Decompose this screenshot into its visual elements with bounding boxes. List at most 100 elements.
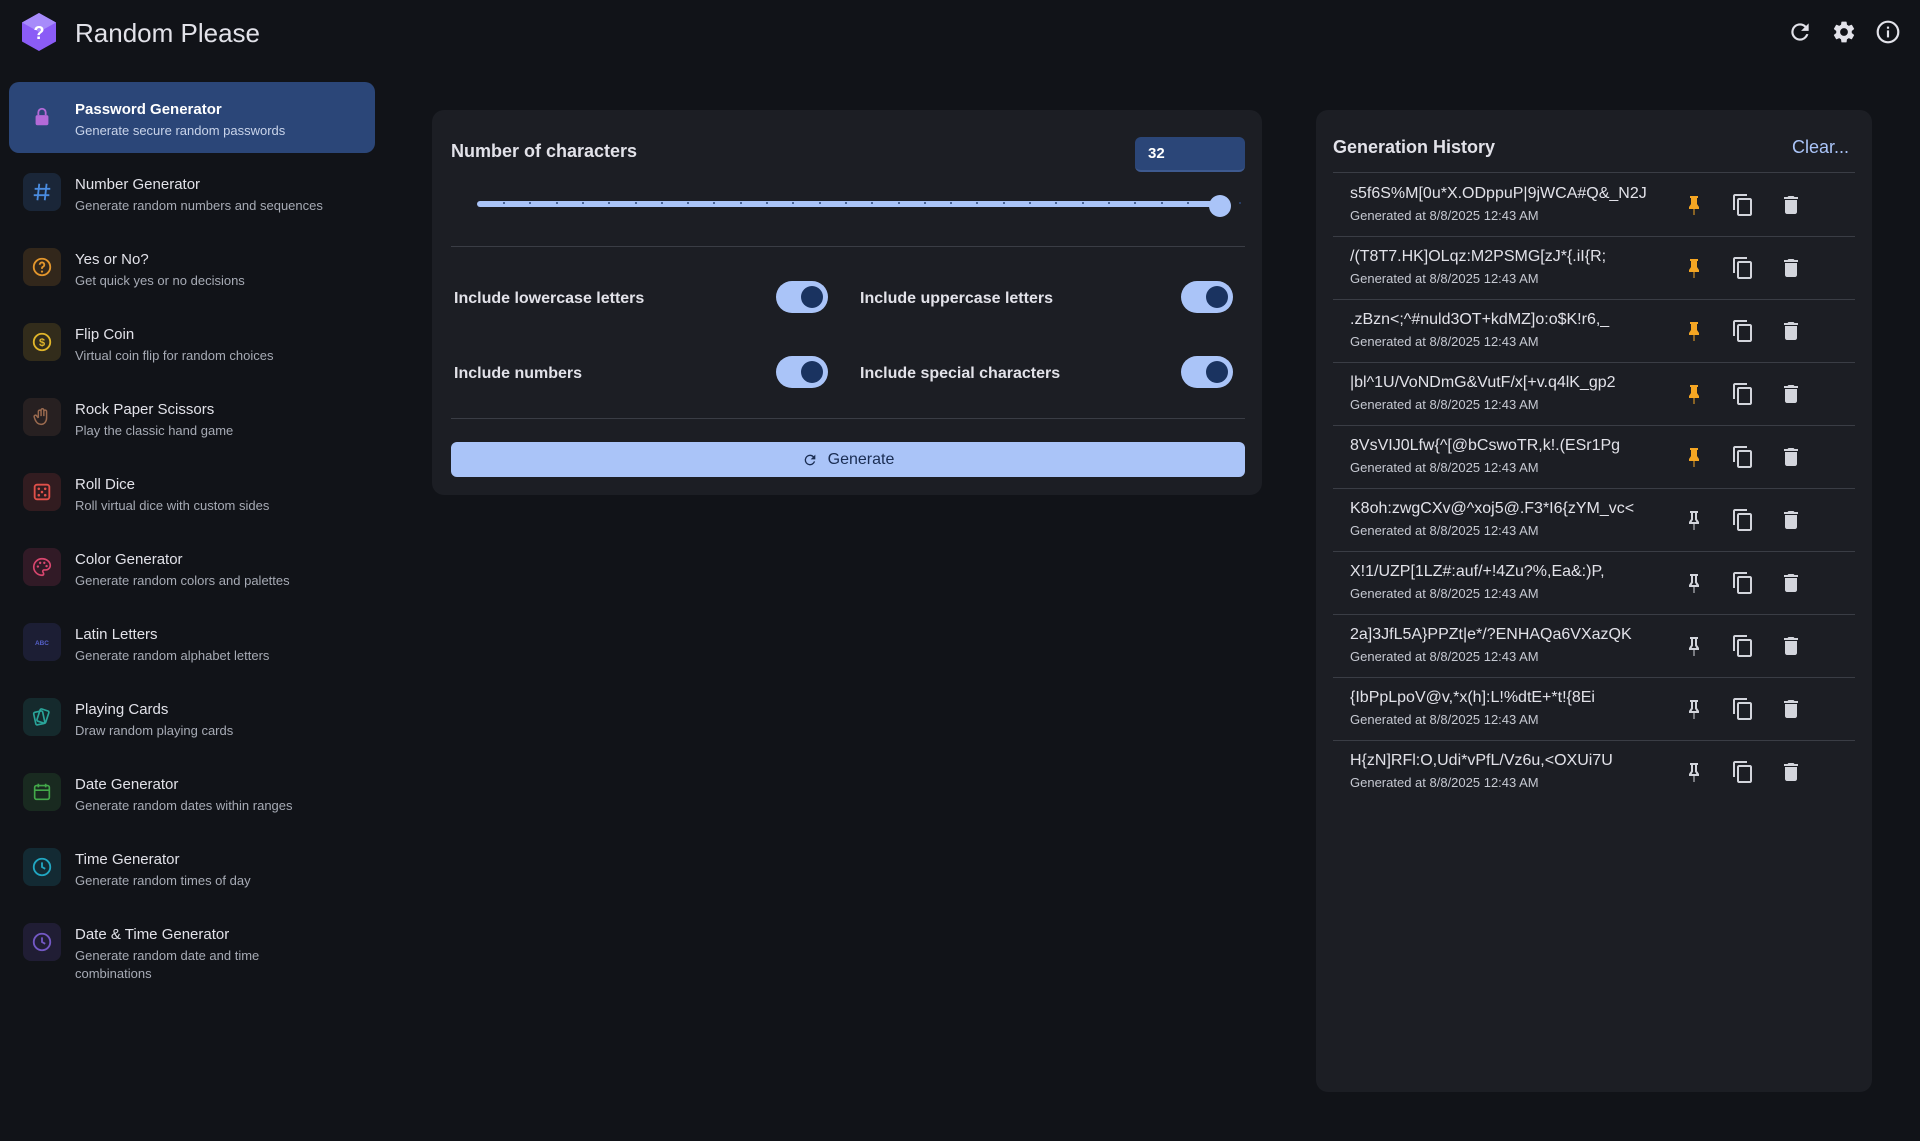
pin-button[interactable] <box>1680 380 1708 408</box>
gear-icon <box>1833 21 1855 43</box>
sidebar-nav: Password Generator Generate secure random… <box>9 82 375 995</box>
toggle-numbers[interactable] <box>776 356 828 388</box>
info-button[interactable] <box>1874 18 1902 46</box>
history-password: K8oh:zwgCXv@^xoj5@.F3*I6{zYM_vc< <box>1350 500 1635 517</box>
delete-button[interactable] <box>1777 632 1805 660</box>
calendar-icon <box>33 783 51 801</box>
history-password: X!1/UZP[1LZ#:auf/+!4Zu?%,Ea&:)P, <box>1350 563 1605 580</box>
settings-button[interactable] <box>1830 18 1858 46</box>
nav-icon-box: $ <box>23 323 61 361</box>
pin-button[interactable] <box>1680 443 1708 471</box>
generate-button[interactable]: Generate <box>451 442 1245 477</box>
length-slider[interactable] <box>477 201 1242 207</box>
delete-button[interactable] <box>1777 695 1805 723</box>
length-slider-thumb[interactable] <box>1209 195 1231 217</box>
toggle-lowercase[interactable] <box>776 281 828 313</box>
slider-tick <box>1029 202 1031 204</box>
history-timestamp: Generated at 8/8/2025 12:43 AM <box>1350 775 1539 790</box>
copy-button[interactable] <box>1729 254 1757 282</box>
history-entry: |bl^1U/VoNDmG&VutF/x[+v.q4lK_gp2 Generate… <box>1333 362 1855 425</box>
copy-button[interactable] <box>1729 380 1757 408</box>
sidebar-item-yes-or-no[interactable]: Yes or No? Get quick yes or no decisions <box>9 232 375 303</box>
copy-button[interactable] <box>1729 443 1757 471</box>
copy-button[interactable] <box>1729 191 1757 219</box>
sidebar-item-rock-paper-scissors[interactable]: Rock Paper Scissors Play the classic hand… <box>9 382 375 453</box>
sidebar-item-date-generator[interactable]: Date Generator Generate random dates with… <box>9 757 375 828</box>
history-title: Generation History <box>1333 137 1496 157</box>
delete-button[interactable] <box>1777 758 1805 786</box>
pin-button[interactable] <box>1680 254 1708 282</box>
slider-tick <box>660 202 663 204</box>
sidebar-item-roll-dice[interactable]: Roll Dice Roll virtual dice with custom s… <box>9 457 375 528</box>
app-title: Random Please <box>75 18 260 48</box>
nav-icon-box <box>23 98 61 136</box>
sidebar-item-title: Time Generator <box>75 851 180 868</box>
hash-icon <box>33 183 51 201</box>
copy-button[interactable] <box>1729 758 1757 786</box>
sidebar-item-time-generator[interactable]: Time Generator Generate random times of d… <box>9 832 375 903</box>
sidebar-item-title: Password Generator <box>75 101 222 118</box>
delete-button[interactable] <box>1777 254 1805 282</box>
pin-button[interactable] <box>1680 317 1708 345</box>
refresh-button[interactable] <box>1786 18 1814 46</box>
refresh-icon <box>804 454 815 465</box>
slider-tick <box>1134 202 1137 204</box>
sidebar-item-subtitle: Generate random alphabet letters <box>75 648 270 663</box>
coin-icon: $ <box>32 332 52 352</box>
trash-icon <box>1784 196 1798 214</box>
sidebar-item-title: Rock Paper Scissors <box>75 401 215 418</box>
copy-button[interactable] <box>1729 317 1757 345</box>
pin-button[interactable] <box>1680 569 1708 597</box>
sidebar-item-flip-coin[interactable]: $ Flip Coin Virtual coin flip for random c… <box>9 307 375 378</box>
pin-button[interactable] <box>1680 506 1708 534</box>
pin-icon <box>1689 574 1699 593</box>
copy-button[interactable] <box>1729 506 1757 534</box>
copy-button[interactable] <box>1729 695 1757 723</box>
slider-tick <box>1186 202 1189 204</box>
sidebar-item-playing-cards[interactable]: Playing Cards Draw random playing cards <box>9 682 375 753</box>
toggle-knob <box>1206 361 1228 383</box>
slider-tick <box>923 202 926 204</box>
sidebar-item-title: Flip Coin <box>75 326 135 343</box>
copy-button[interactable] <box>1729 632 1757 660</box>
trash-icon <box>1784 511 1798 529</box>
nav-icon-box <box>23 248 61 286</box>
sidebar-item-password-generator[interactable]: Password Generator Generate secure random… <box>9 82 375 153</box>
delete-button[interactable] <box>1777 380 1805 408</box>
delete-button[interactable] <box>1777 569 1805 597</box>
pin-button[interactable] <box>1680 632 1708 660</box>
pin-button[interactable] <box>1680 191 1708 219</box>
sidebar-item-number-generator[interactable]: Number Generator Generate random numbers … <box>9 157 375 228</box>
delete-button[interactable] <box>1777 191 1805 219</box>
sidebar-item-color-generator[interactable]: Color Generator Generate random colors an… <box>9 532 375 603</box>
clear-history-button[interactable]: Clear... <box>1792 137 1849 158</box>
toggle-special[interactable] <box>1181 356 1233 388</box>
slider-tick <box>897 202 900 204</box>
toggle-uppercase[interactable] <box>1181 281 1233 313</box>
length-input[interactable] <box>1135 137 1245 172</box>
delete-button[interactable] <box>1777 317 1805 345</box>
slider-tick <box>739 202 742 204</box>
sidebar-item-subtitle: Generate secure random passwords <box>75 123 286 138</box>
trash-icon <box>1784 385 1798 403</box>
generate-button-label: Generate <box>827 450 895 468</box>
delete-button[interactable] <box>1777 506 1805 534</box>
sidebar-item-title: Date Generator <box>75 776 179 793</box>
lock-icon <box>35 107 49 126</box>
palette-icon <box>33 557 52 577</box>
pin-button[interactable] <box>1680 758 1708 786</box>
delete-button[interactable] <box>1777 443 1805 471</box>
slider-tick <box>1239 202 1242 204</box>
pin-icon <box>1689 322 1699 341</box>
dice-icon <box>33 483 51 501</box>
trash-icon <box>1784 637 1798 655</box>
sidebar-item-latin-letters[interactable]: ABC Latin Letters Generate random alphabet… <box>9 607 375 678</box>
sidebar-item-date-time-generator[interactable]: Date & Time Generator Generate random dat… <box>9 907 375 991</box>
history-timestamp: Generated at 8/8/2025 12:43 AM <box>1350 523 1539 538</box>
sidebar-item-subtitle: Generate random date and time combinatio… <box>75 948 260 981</box>
copy-button[interactable] <box>1729 569 1757 597</box>
sidebar-item-title: Color Generator <box>75 551 183 568</box>
sidebar-item-title: Number Generator <box>75 176 201 193</box>
pin-button[interactable] <box>1680 695 1708 723</box>
app-header: ? Random Please <box>0 0 1920 64</box>
